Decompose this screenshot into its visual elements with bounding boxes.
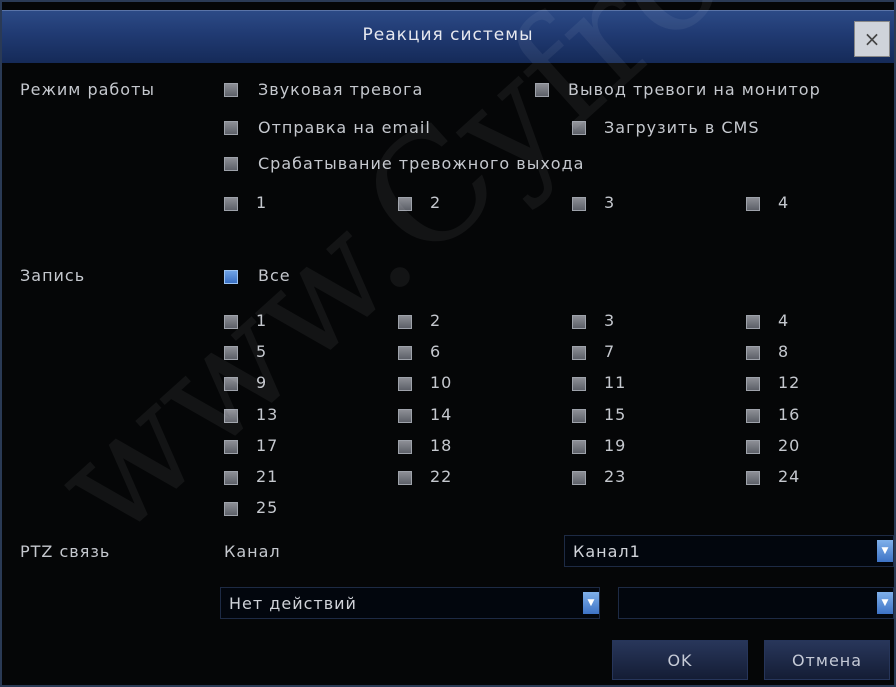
record-channel-label: 21: [256, 467, 279, 486]
record-channel-label: 23: [604, 467, 627, 486]
record-channel-label: 6: [430, 342, 442, 361]
checkbox-output-1[interactable]: [224, 197, 238, 211]
record-channel-label: 10: [430, 373, 453, 392]
output-3-label: 3: [604, 193, 616, 212]
record-channel-label: 8: [778, 342, 790, 361]
ptz-label: PTZ связь: [20, 542, 111, 561]
record-channel-label: 18: [430, 436, 453, 455]
ptz-preset-select[interactable]: ▼: [618, 587, 894, 619]
checkbox-record-channel-16[interactable]: [746, 409, 760, 423]
checkbox-record-channel-3[interactable]: [572, 315, 586, 329]
checkbox-record-channel-12[interactable]: [746, 377, 760, 391]
record-channel-label: 2: [430, 311, 442, 330]
checkbox-record-channel-14[interactable]: [398, 409, 412, 423]
checkbox-alarm-output[interactable]: [224, 157, 238, 171]
record-channel-label: 12: [778, 373, 801, 392]
mode-label: Режим работы: [20, 80, 156, 99]
ptz-action-select[interactable]: Нет действий ▼: [220, 587, 600, 619]
checkbox-record-channel-8[interactable]: [746, 346, 760, 360]
output-1-label: 1: [256, 193, 268, 212]
record-channel-label: 14: [430, 405, 453, 424]
record-channel-label: 19: [604, 436, 627, 455]
record-channel-label: 3: [604, 311, 616, 330]
checkbox-output-4[interactable]: [746, 197, 760, 211]
chevron-down-icon[interactable]: ▼: [877, 540, 893, 562]
ptz-action-value: Нет действий: [229, 594, 357, 613]
checkbox-record-channel-23[interactable]: [572, 471, 586, 485]
checkbox-record-channel-15[interactable]: [572, 409, 586, 423]
checkbox-record-channel-24[interactable]: [746, 471, 760, 485]
output-4-label: 4: [778, 193, 790, 212]
system-response-dialog: Реакция системы × Режим работы Звуковая …: [0, 0, 896, 687]
checkbox-record-channel-20[interactable]: [746, 440, 760, 454]
close-icon[interactable]: ×: [854, 21, 890, 57]
ok-button[interactable]: OK: [612, 640, 748, 680]
checkbox-record-channel-7[interactable]: [572, 346, 586, 360]
record-label: Запись: [20, 266, 86, 285]
checkbox-record-channel-10[interactable]: [398, 377, 412, 391]
record-channel-label: 16: [778, 405, 801, 424]
checkbox-sound-alarm-label: Звуковая тревога: [258, 80, 424, 99]
ptz-channel-select[interactable]: Канал1 ▼: [564, 535, 894, 567]
ptz-channel-value: Канал1: [573, 542, 641, 561]
record-channel-label: 25: [256, 498, 279, 517]
record-channel-label: 24: [778, 467, 801, 486]
checkbox-record-channel-25[interactable]: [224, 502, 238, 516]
checkbox-output-3[interactable]: [572, 197, 586, 211]
record-channel-label: 7: [604, 342, 616, 361]
record-channel-label: 15: [604, 405, 627, 424]
checkbox-record-channel-19[interactable]: [572, 440, 586, 454]
record-channel-label: 4: [778, 311, 790, 330]
checkbox-record-channel-22[interactable]: [398, 471, 412, 485]
record-channel-label: 11: [604, 373, 627, 392]
checkbox-record-channel-18[interactable]: [398, 440, 412, 454]
checkbox-record-channel-6[interactable]: [398, 346, 412, 360]
cancel-button[interactable]: Отмена: [764, 640, 890, 680]
chevron-down-icon[interactable]: ▼: [583, 592, 599, 614]
checkbox-record-channel-11[interactable]: [572, 377, 586, 391]
chevron-down-icon[interactable]: ▼: [877, 592, 893, 614]
record-channel-label: 20: [778, 436, 801, 455]
dialog-title: Реакция системы: [362, 25, 534, 45]
title-bar: Реакция системы ×: [2, 10, 894, 63]
checkbox-email[interactable]: [224, 121, 238, 135]
checkbox-record-channel-4[interactable]: [746, 315, 760, 329]
record-channel-label: 22: [430, 467, 453, 486]
checkbox-sound-alarm[interactable]: [224, 83, 238, 97]
ptz-channel-label: Канал: [224, 542, 281, 561]
